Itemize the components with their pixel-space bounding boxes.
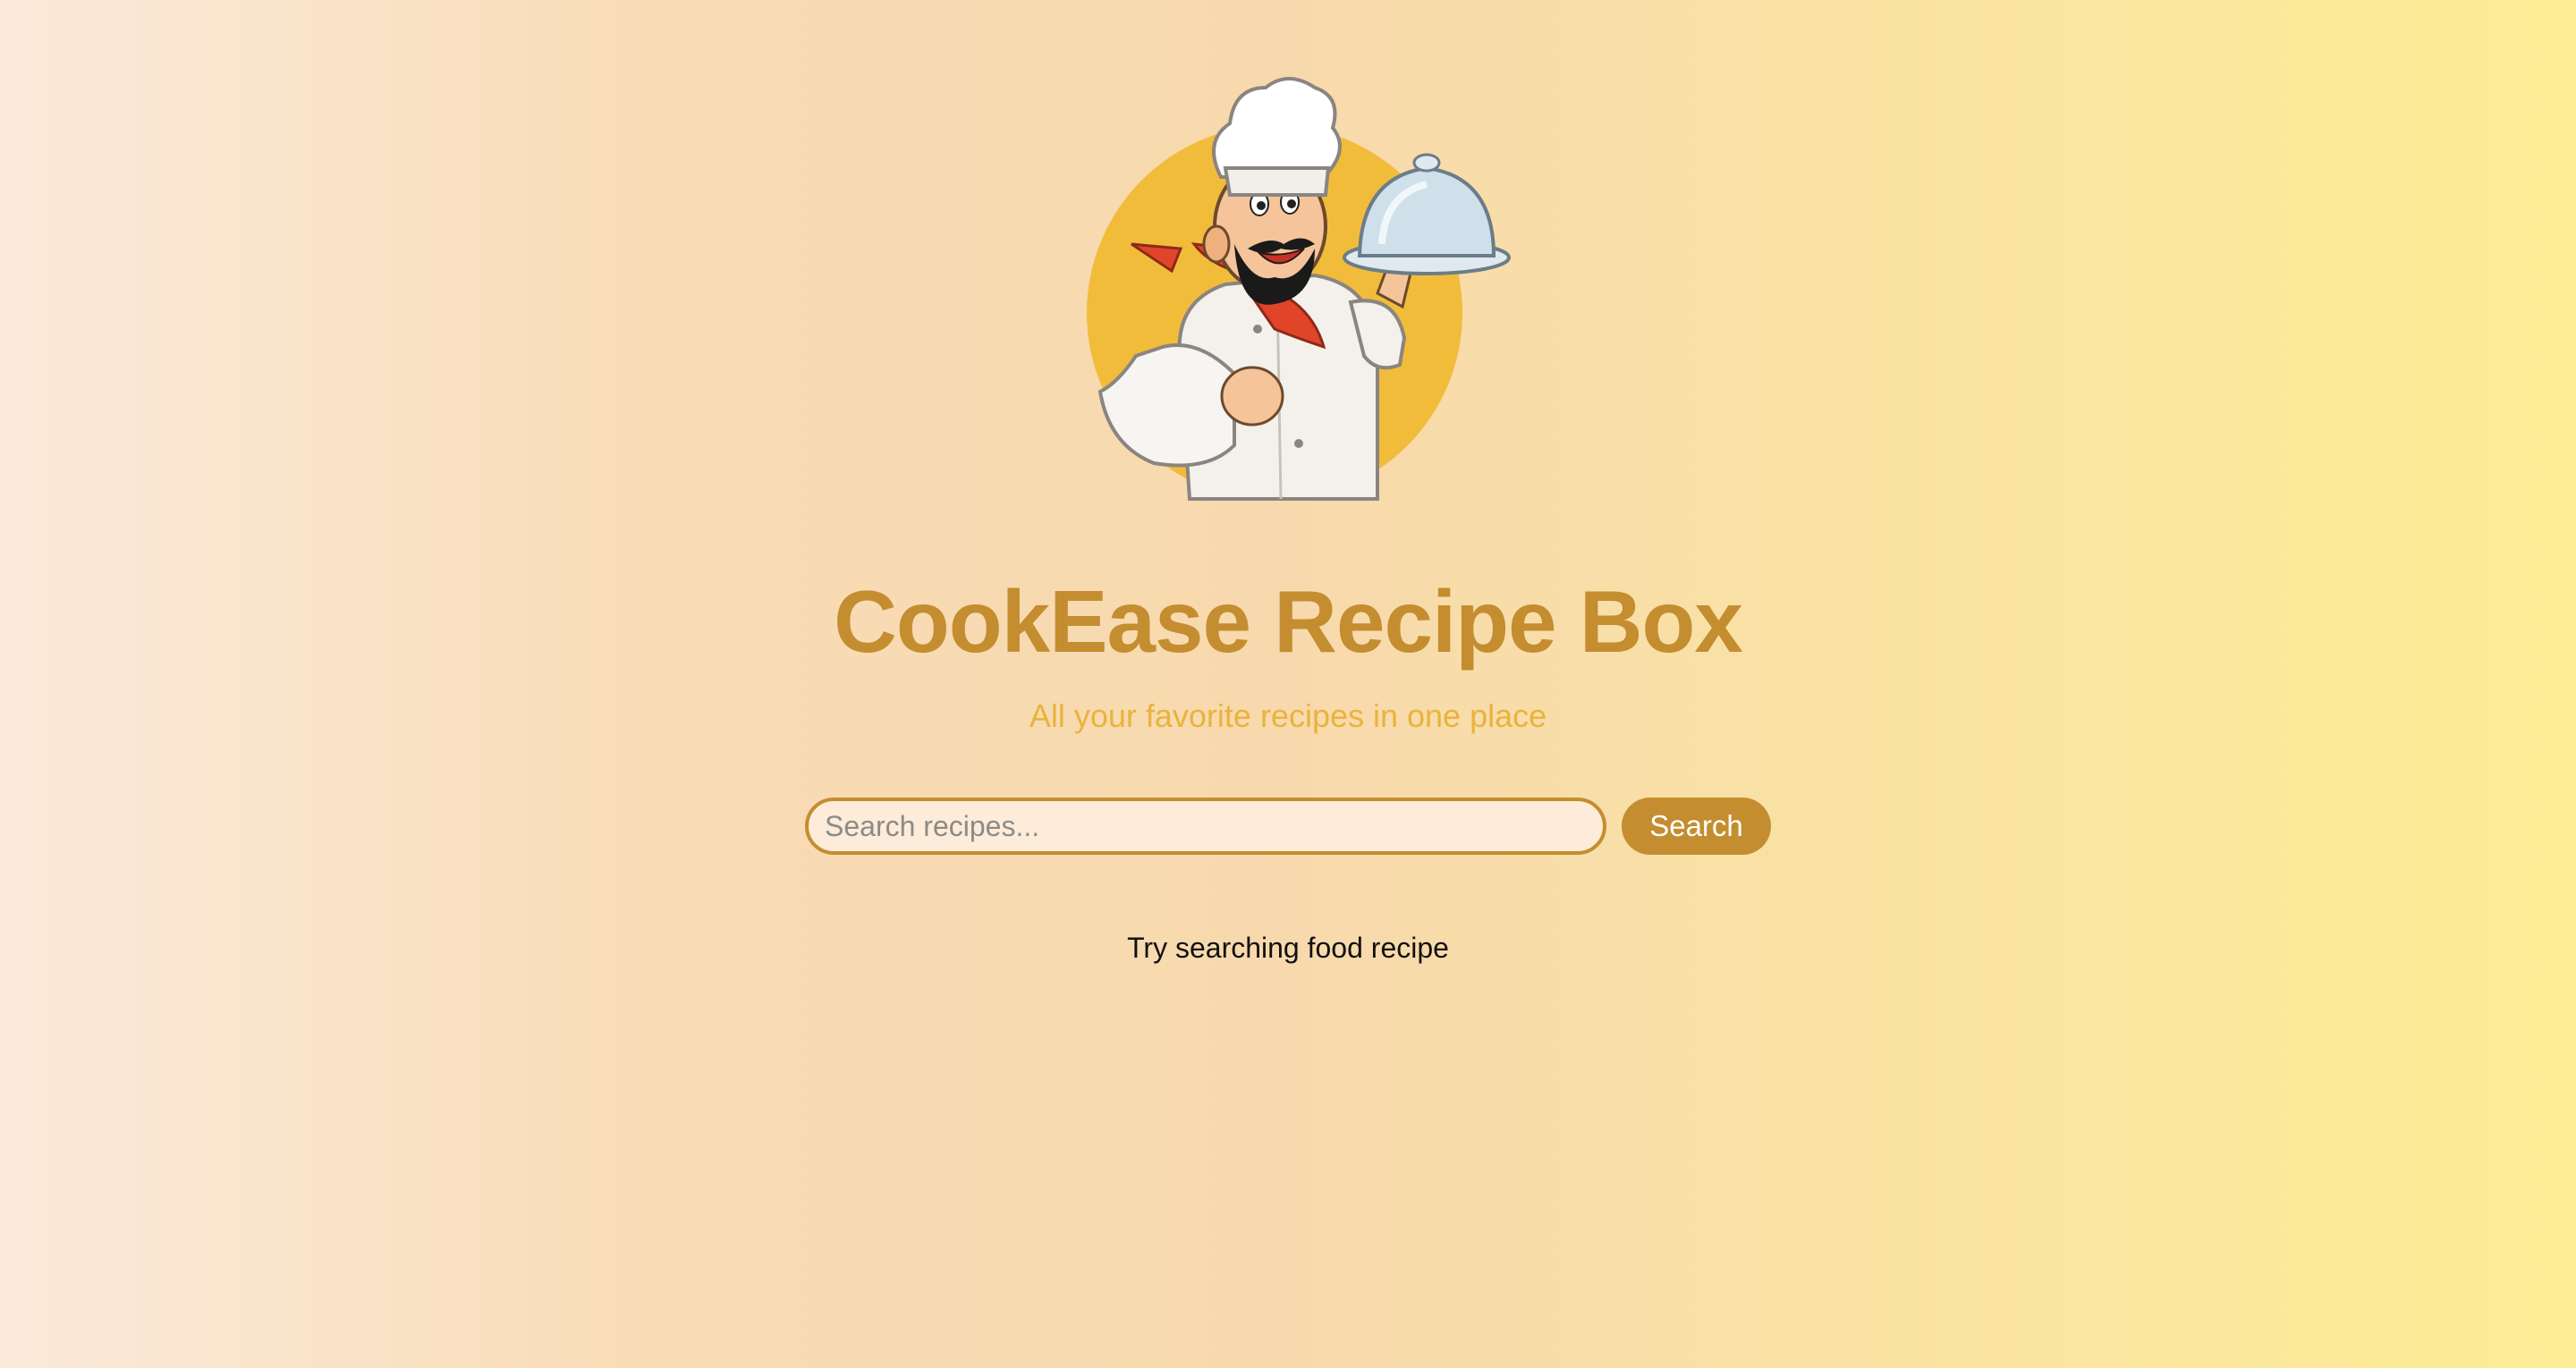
search-button[interactable]: Search <box>1622 798 1771 855</box>
results-hint: Try searching food recipe <box>1127 932 1449 964</box>
search-form: Search <box>805 798 1771 855</box>
page-subtitle: All your favorite recipes in one place <box>1029 697 1547 734</box>
page: CookEase Recipe Box All your favorite re… <box>0 0 2576 1368</box>
chef-logo-icon <box>1087 77 1511 501</box>
page-title: CookEase Recipe Box <box>834 572 1743 671</box>
search-input[interactable] <box>805 798 1606 855</box>
